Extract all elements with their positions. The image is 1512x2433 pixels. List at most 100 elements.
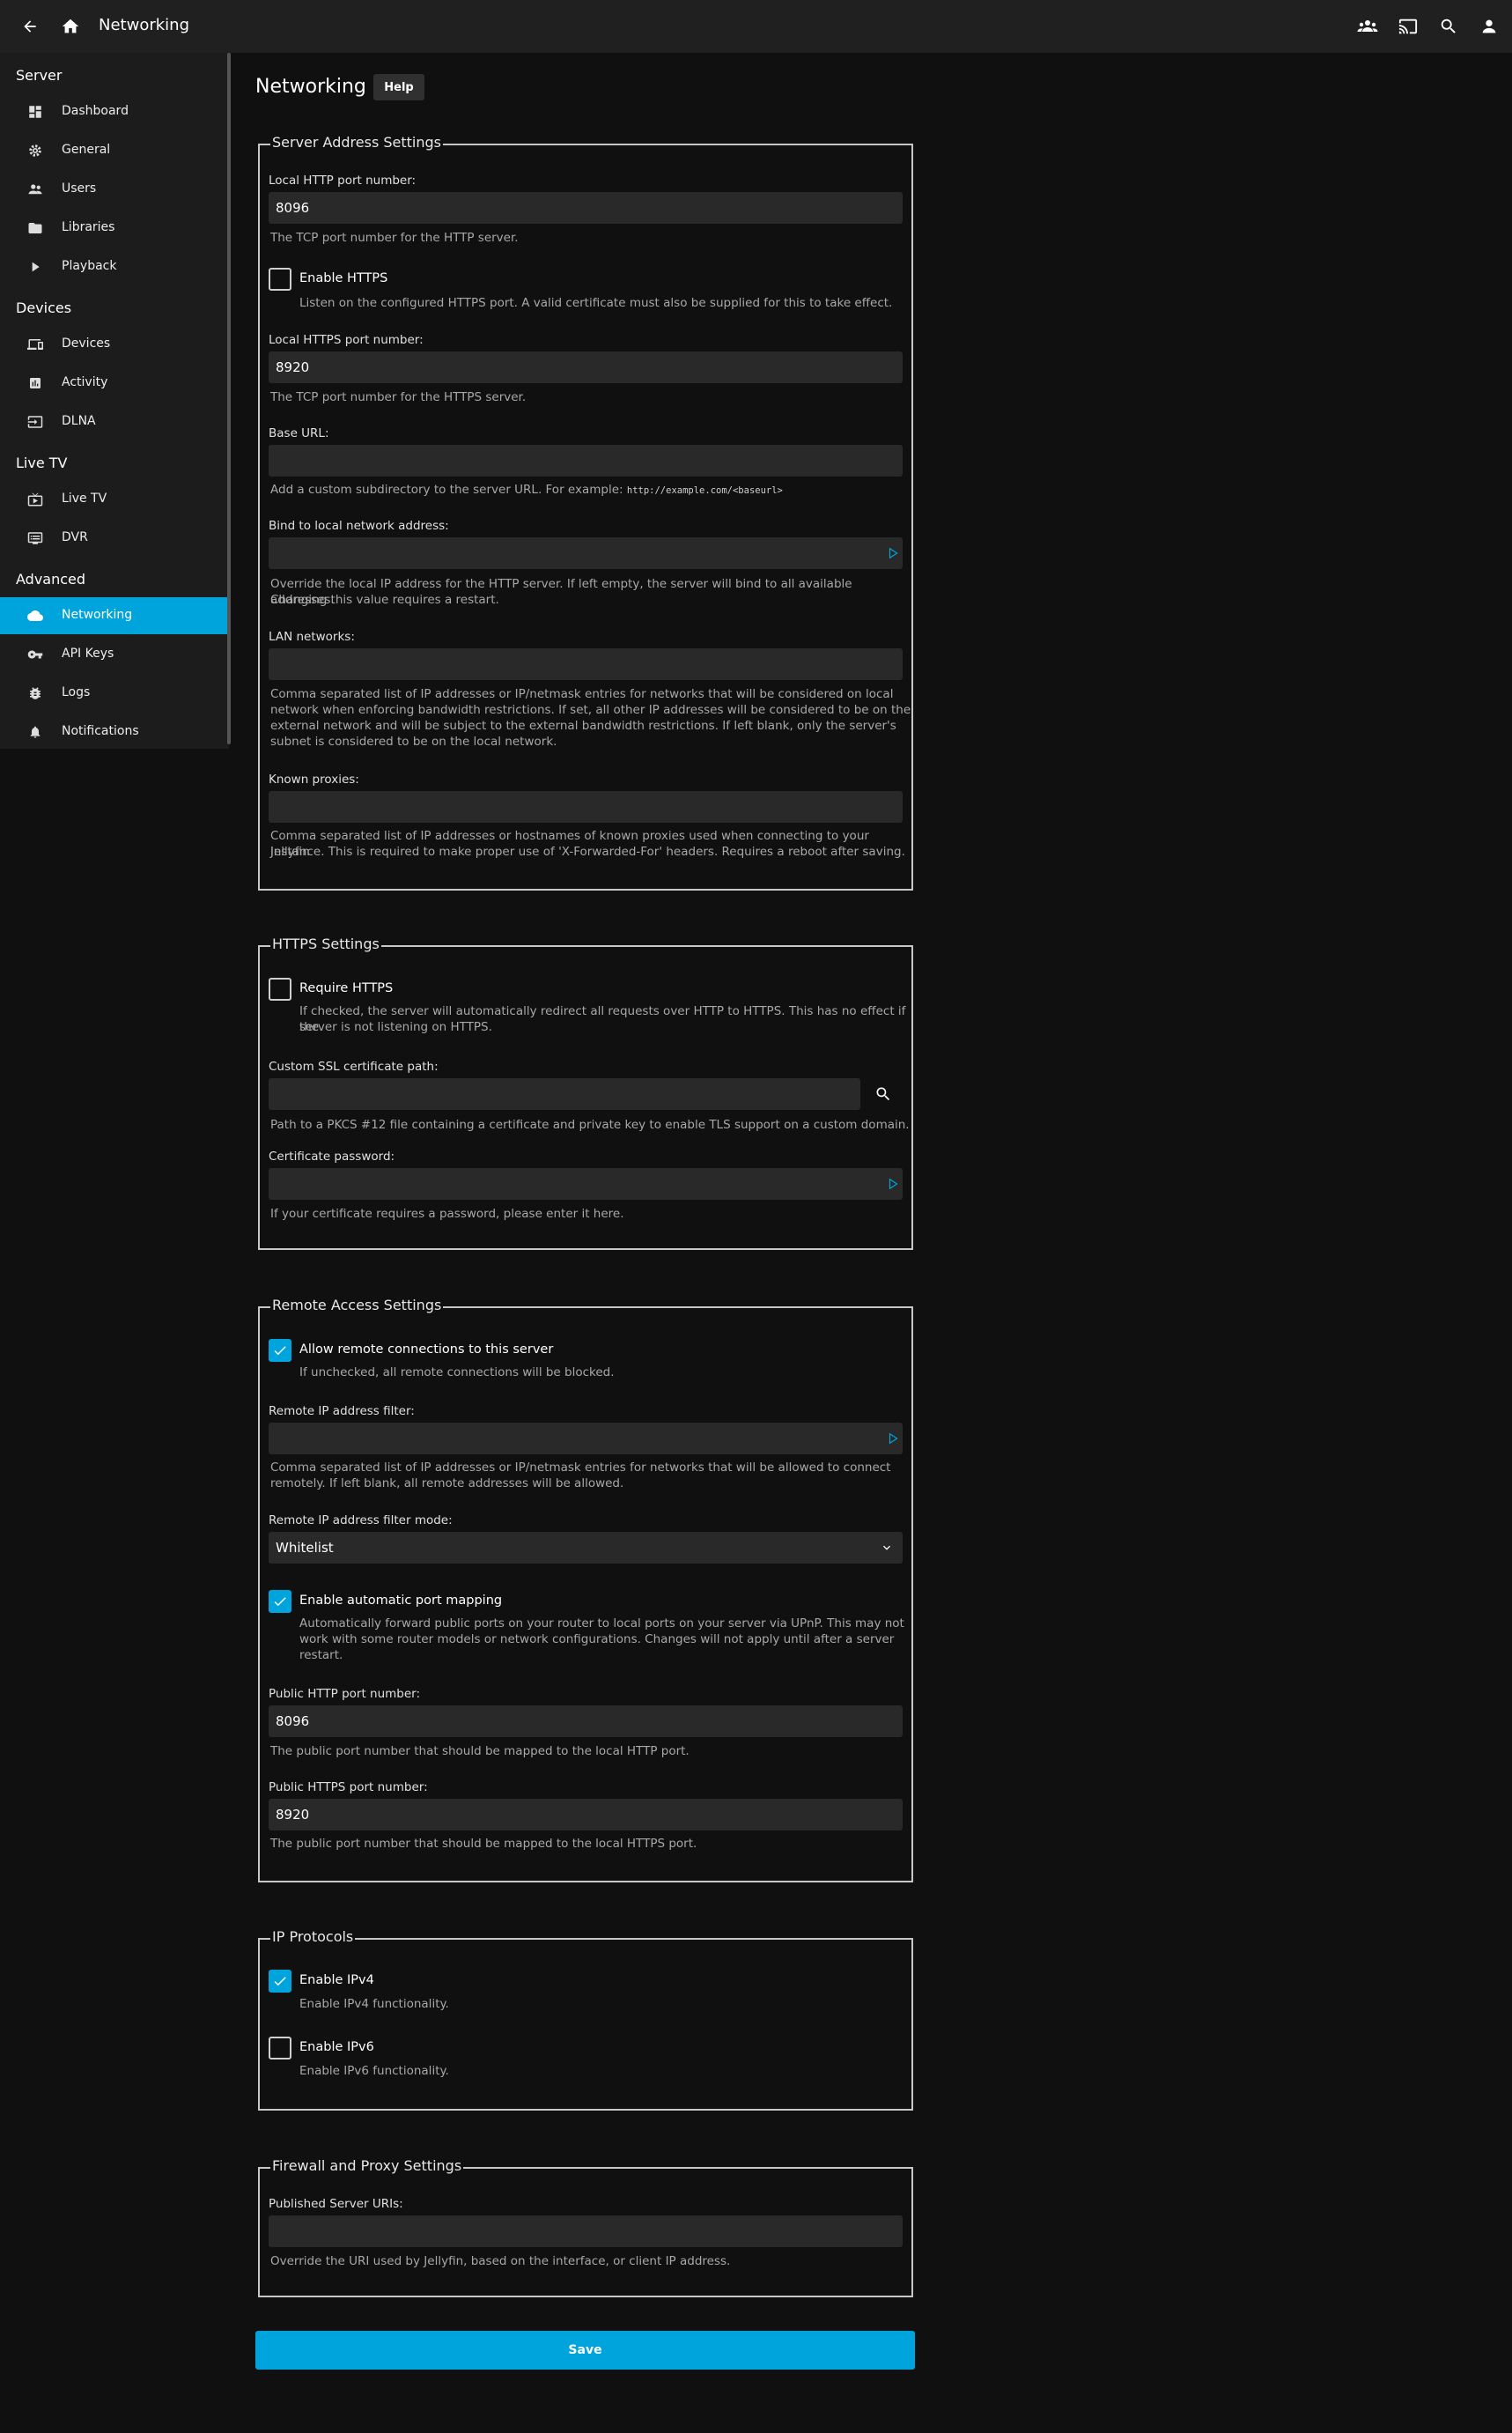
input-icon: [26, 413, 44, 431]
sidebar-item-label: General: [62, 143, 111, 157]
help-button[interactable]: Help: [373, 74, 424, 100]
browse-cert-button[interactable]: [871, 1082, 896, 1106]
upnp-label: Enable automatic port mapping: [299, 1594, 503, 1608]
https-port-input[interactable]: 8920: [269, 351, 903, 383]
remote-filter-label: Remote IP address filter:: [269, 1404, 415, 1418]
sidebar-item-devices[interactable]: Devices: [0, 326, 227, 363]
sidebar-item-api-keys[interactable]: API Keys: [0, 636, 227, 673]
sidebar-item-label: Live TV: [62, 492, 107, 506]
allow-remote-checkbox[interactable]: [269, 1339, 291, 1362]
devices-icon: [26, 336, 44, 353]
header-title: Networking: [99, 16, 189, 34]
sidebar-scrollbar[interactable]: [227, 53, 231, 744]
sidebar-item-label: Networking: [62, 608, 133, 622]
user-button[interactable]: [1473, 11, 1505, 42]
require-https-checkbox[interactable]: [269, 978, 291, 1001]
upnp-checkbox[interactable]: [269, 1590, 291, 1613]
http-port-input[interactable]: 8096: [269, 192, 903, 224]
https-port-description: The TCP port number for the HTTPS server…: [270, 390, 527, 404]
cert-path-input[interactable]: [269, 1078, 860, 1110]
public-https-label: Public HTTPS port number:: [269, 1780, 428, 1794]
known-proxies-input[interactable]: [269, 791, 903, 823]
chevron-down-icon: [883, 1545, 890, 1550]
sidebar-item-label: Activity: [62, 375, 108, 389]
sidebar-heading-server: Server: [16, 67, 63, 84]
check-icon: [274, 1977, 286, 1986]
lan-networks-label: LAN networks:: [269, 630, 355, 644]
remote-filter-description-1: Comma separated list of IP addresses or …: [270, 1461, 891, 1475]
home-button[interactable]: [55, 11, 86, 42]
sync-play-button[interactable]: [1352, 11, 1383, 42]
play-icon: [26, 258, 44, 276]
lan-networks-input[interactable]: [269, 648, 903, 680]
known-proxies-label: Known proxies:: [269, 773, 359, 787]
autofill-icon: [889, 547, 898, 559]
sidebar-item-dlna[interactable]: DLNA: [0, 403, 227, 440]
cloud-icon: [26, 607, 44, 625]
search-button[interactable]: [1433, 11, 1464, 42]
dashboard-icon: [26, 103, 44, 121]
sidebar-item-label: Users: [62, 181, 97, 196]
allow-remote-label: Allow remote connections to this server: [299, 1342, 554, 1357]
public-http-label: Public HTTP port number:: [269, 1687, 421, 1701]
ipv6-checkbox[interactable]: [269, 2037, 291, 2060]
base-url-label: Base URL:: [269, 426, 329, 440]
ipv4-description: Enable IPv4 functionality.: [299, 1997, 449, 2011]
section-legend: Firewall and Proxy Settings: [270, 2157, 464, 2174]
sidebar-item-notifications[interactable]: Notifications: [0, 714, 227, 751]
base-url-example: http://example.com/<baseurl>: [626, 485, 783, 496]
published-uris-label: Published Server URIs:: [269, 2197, 403, 2211]
key-icon: [26, 646, 44, 663]
cert-password-input[interactable]: [269, 1168, 903, 1200]
ipv4-label: Enable IPv4: [299, 1973, 374, 1987]
sidebar-item-label: Dashboard: [62, 104, 129, 118]
sidebar-item-label: DLNA: [62, 414, 96, 428]
sidebar-item-libraries[interactable]: Libraries: [0, 210, 227, 247]
filter-mode-value: Whitelist: [276, 1540, 334, 1556]
app-header: Networking: [0, 0, 1512, 53]
cast-button[interactable]: [1392, 11, 1424, 42]
save-button[interactable]: Save: [255, 2331, 915, 2370]
filter-mode-select[interactable]: Whitelist: [269, 1532, 903, 1564]
people-icon: [26, 181, 44, 198]
group-icon: [1357, 20, 1378, 32]
allow-remote-description: If unchecked, all remote connections wil…: [299, 1365, 615, 1379]
chart-icon: [26, 374, 44, 392]
bell-icon: [26, 723, 44, 741]
sidebar-item-general[interactable]: General: [0, 132, 227, 169]
page-title: Networking: [255, 76, 366, 98]
remote-filter-input[interactable]: [269, 1423, 903, 1454]
public-https-input[interactable]: 8920: [269, 1799, 903, 1830]
sidebar-item-live-tv[interactable]: Live TV: [0, 481, 227, 518]
back-button[interactable]: [14, 11, 46, 42]
sidebar-item-dashboard[interactable]: Dashboard: [0, 93, 227, 130]
section-legend: Remote Access Settings: [270, 1297, 444, 1313]
https-port-label: Local HTTPS port number:: [269, 333, 424, 347]
require-https-label: Require HTTPS: [299, 981, 394, 995]
public-http-input[interactable]: 8096: [269, 1705, 903, 1737]
bug-icon: [26, 684, 44, 702]
cert-password-label: Certificate password:: [269, 1150, 395, 1164]
http-port-label: Local HTTP port number:: [269, 174, 417, 188]
ip-protocols: IP Protocols Enable IPv4 Enable IPv4 fun…: [258, 1928, 913, 2111]
base-url-description-text: Add a custom subdirectory to the server …: [270, 483, 623, 497]
sidebar-item-label: Notifications: [62, 724, 139, 738]
ipv6-description: Enable IPv6 functionality.: [299, 2064, 449, 2078]
section-legend: IP Protocols: [270, 1928, 356, 1945]
sidebar-item-activity[interactable]: Activity: [0, 365, 227, 402]
base-url-input[interactable]: [269, 445, 903, 477]
enable-https-checkbox[interactable]: [269, 268, 291, 291]
sidebar-item-playback[interactable]: Playback: [0, 248, 227, 285]
person-icon: [1482, 19, 1496, 33]
check-icon: [274, 1346, 286, 1356]
ipv6-label: Enable IPv6: [299, 2040, 374, 2054]
sidebar-item-networking[interactable]: Networking: [0, 597, 227, 634]
sidebar-item-users[interactable]: Users: [0, 171, 227, 208]
enable-https-label: Enable HTTPS: [299, 271, 388, 285]
ipv4-checkbox[interactable]: [269, 1970, 291, 1993]
sidebar-item-dvr[interactable]: DVR: [0, 520, 227, 557]
live-tv-icon: [26, 491, 44, 508]
bind-address-input[interactable]: [269, 537, 903, 569]
published-uris-input[interactable]: [269, 2215, 903, 2247]
sidebar-item-logs[interactable]: Logs: [0, 675, 227, 712]
